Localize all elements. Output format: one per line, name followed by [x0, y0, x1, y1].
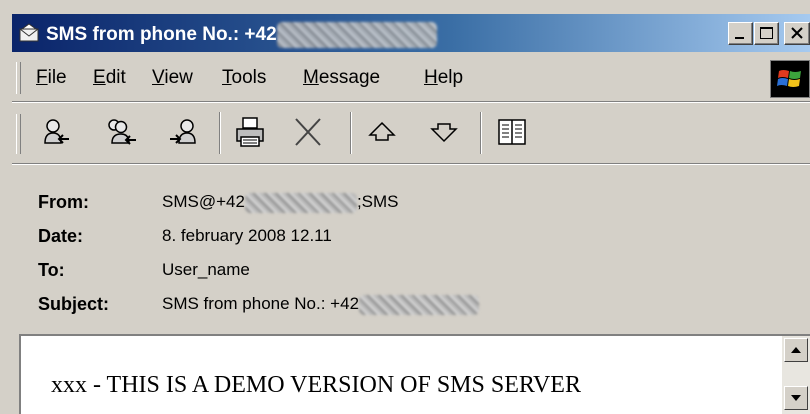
menu-message-label: essage	[318, 67, 381, 88]
menu-message-mnemonic: M	[303, 67, 319, 88]
menu-help-label: elp	[437, 67, 464, 88]
next-button[interactable]	[424, 112, 464, 152]
vertical-scrollbar[interactable]	[782, 336, 810, 414]
message-headers: From: SMS@+42 ;SMS Date: 8. february 2008…	[0, 166, 810, 326]
from-value-suffix: ;SMS	[356, 192, 399, 211]
menu-tools-mnemonic: T	[222, 67, 232, 88]
toolbar-separator	[350, 112, 352, 154]
title-bar[interactable]: SMS from phone No.: +42	[12, 14, 810, 52]
menu-message[interactable]: Message	[303, 67, 380, 89]
delete-button[interactable]	[288, 112, 328, 152]
menu-help-mnemonic: H	[424, 67, 438, 88]
menu-tools-label: ools	[231, 67, 267, 88]
windows-logo-icon	[770, 60, 810, 98]
menu-bar: File Edit View Tools Message Help	[12, 56, 810, 100]
message-window: SMS from phone No.: +42 File Edit View T…	[0, 0, 810, 414]
previous-icon	[368, 121, 396, 141]
menu-grip[interactable]	[16, 62, 21, 94]
next-icon	[430, 123, 458, 143]
menu-edit-label: dit	[105, 67, 126, 88]
subject-value: SMS from phone No.: +42	[162, 294, 480, 315]
redacted-phone-number	[276, 22, 437, 48]
from-value[interactable]: SMS@+42 ;SMS	[162, 192, 399, 213]
address-book-button[interactable]	[492, 112, 532, 152]
address-book-icon	[498, 119, 526, 145]
toolbar	[12, 104, 810, 162]
from-label: From:	[38, 192, 89, 212]
print-icon	[236, 117, 264, 147]
date-label: Date:	[38, 226, 84, 246]
toolbar-separator	[480, 112, 482, 154]
scroll-down-arrow-icon	[791, 395, 801, 401]
redacted-phone-number	[359, 294, 480, 315]
menu-view-mnemonic: V	[152, 67, 165, 88]
previous-button[interactable]	[362, 112, 402, 152]
subject-label: Subject:	[38, 294, 110, 314]
toolbar-separator	[219, 112, 221, 154]
menu-file-mnemonic: F	[36, 67, 48, 88]
from-value-prefix: SMS@+42	[162, 192, 245, 211]
message-body-text: xxx - THIS IS A DEMO VERSION OF SMS SERV…	[51, 372, 581, 398]
menu-file[interactable]: File	[36, 67, 67, 89]
menu-help[interactable]: Help	[424, 67, 463, 89]
menu-edit-mnemonic: E	[93, 67, 106, 88]
delete-icon	[295, 118, 321, 146]
to-label: To:	[38, 260, 65, 280]
window-title-text: SMS from phone No.: +42	[46, 24, 277, 46]
close-button[interactable]	[784, 22, 810, 45]
forward-button[interactable]	[164, 112, 204, 152]
message-body-pane[interactable]: xxx - THIS IS A DEMO VERSION OF SMS SERV…	[19, 334, 810, 414]
date-value: 8. february 2008 12.11	[162, 226, 332, 245]
maximize-button[interactable]	[754, 22, 779, 45]
toolbar-separator-line	[12, 163, 810, 165]
reply-all-icon	[108, 119, 136, 145]
menu-view-label: iew	[164, 67, 193, 88]
menu-tools[interactable]: Tools	[222, 67, 266, 89]
redacted-phone-number	[244, 192, 357, 213]
menu-file-label: ile	[47, 67, 67, 88]
scroll-up-button[interactable]	[784, 338, 808, 362]
to-value[interactable]: User_name	[162, 260, 250, 280]
minimize-button[interactable]	[728, 22, 753, 45]
scroll-up-arrow-icon	[791, 347, 801, 353]
forward-icon	[170, 119, 196, 144]
print-button[interactable]	[230, 112, 270, 152]
envelope-icon	[19, 23, 39, 42]
reply-all-button[interactable]	[100, 112, 140, 152]
toolbar-grip[interactable]	[16, 114, 21, 154]
menu-edit[interactable]: Edit	[93, 67, 126, 89]
reply-button[interactable]	[36, 112, 76, 152]
maximize-icon	[760, 27, 773, 39]
menubar-separator	[12, 101, 810, 103]
scroll-down-button[interactable]	[784, 386, 808, 410]
close-icon	[791, 27, 803, 39]
subject-value-prefix: SMS from phone No.: +42	[162, 294, 360, 313]
minimize-icon	[735, 37, 744, 39]
reply-icon	[44, 119, 69, 144]
menu-view[interactable]: View	[152, 67, 193, 89]
window-title: SMS from phone No.: +42	[46, 22, 437, 48]
